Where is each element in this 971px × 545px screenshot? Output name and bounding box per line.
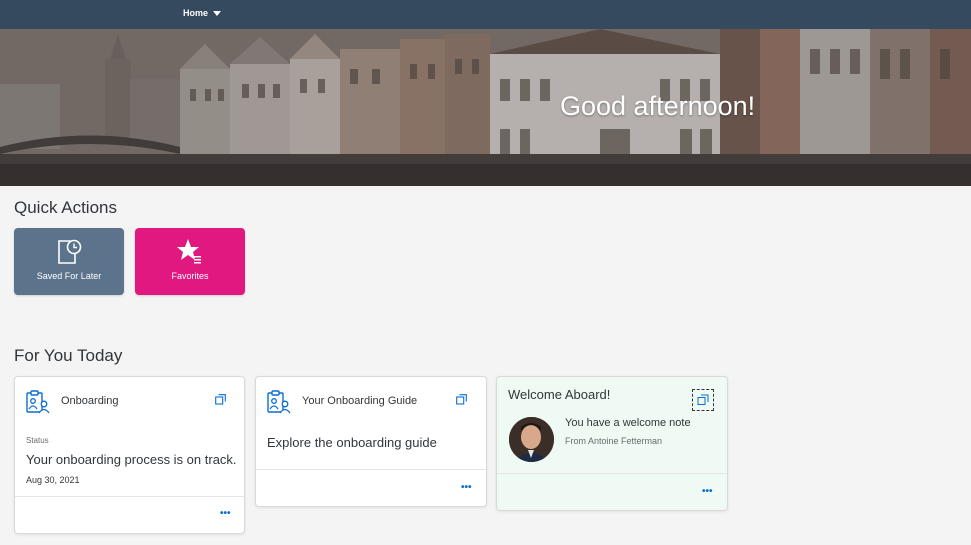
welcome-aboard-title: Welcome Aboard! xyxy=(508,387,611,402)
caret-down-icon xyxy=(213,11,222,16)
status-date: Aug 30, 2021 xyxy=(26,475,80,485)
banner-overlay xyxy=(0,29,971,186)
card-divider xyxy=(15,496,244,497)
greeting-text: Good afternoon! xyxy=(560,91,756,121)
open-external-icon[interactable] xyxy=(215,394,226,405)
open-external-icon[interactable] xyxy=(456,394,467,405)
hero-banner: Good afternoon! xyxy=(0,29,971,186)
saved-for-later-tile[interactable]: Saved For Later xyxy=(14,228,124,295)
document-clock-icon xyxy=(58,239,82,264)
welcome-note-text: You have a welcome note xyxy=(565,417,691,429)
more-options-icon[interactable]: ••• xyxy=(220,508,231,519)
favorites-label: Favorites xyxy=(171,271,209,281)
status-text: Your onboarding process is on track. xyxy=(26,452,237,467)
onboarding-guide-card[interactable]: Your Onboarding Guide Explore the onboar… xyxy=(255,376,487,507)
welcome-aboard-card[interactable]: Welcome Aboard! You have a welcome note … xyxy=(496,376,728,511)
star-list-icon xyxy=(177,239,201,264)
onboarding-guide-title: Your Onboarding Guide xyxy=(302,395,418,407)
home-menu-label: Home xyxy=(183,8,209,18)
card-divider xyxy=(497,473,727,474)
onboarding-card[interactable]: Onboarding Status Your onboarding proces… xyxy=(14,376,245,534)
more-options-icon[interactable]: ••• xyxy=(461,482,472,493)
clipboard-person-icon xyxy=(26,390,50,414)
home-menu-button[interactable]: Home xyxy=(183,8,222,18)
shell-bar: Home xyxy=(0,0,971,29)
status-label: Status xyxy=(26,436,49,445)
saved-for-later-label: Saved For Later xyxy=(36,271,102,281)
for-you-today-title: For You Today xyxy=(14,346,123,365)
onboarding-card-title: Onboarding xyxy=(61,395,119,407)
guide-text: Explore the onboarding guide xyxy=(267,435,437,450)
favorites-tile[interactable]: Favorites xyxy=(135,228,245,295)
open-external-icon[interactable] xyxy=(692,389,714,411)
card-divider xyxy=(256,469,486,470)
more-options-icon[interactable]: ••• xyxy=(702,486,713,497)
welcome-from-text: From Antoine Fetterman xyxy=(565,436,663,446)
avatar xyxy=(509,417,554,462)
clipboard-person-icon xyxy=(267,390,291,414)
quick-actions-title: Quick Actions xyxy=(14,198,117,217)
